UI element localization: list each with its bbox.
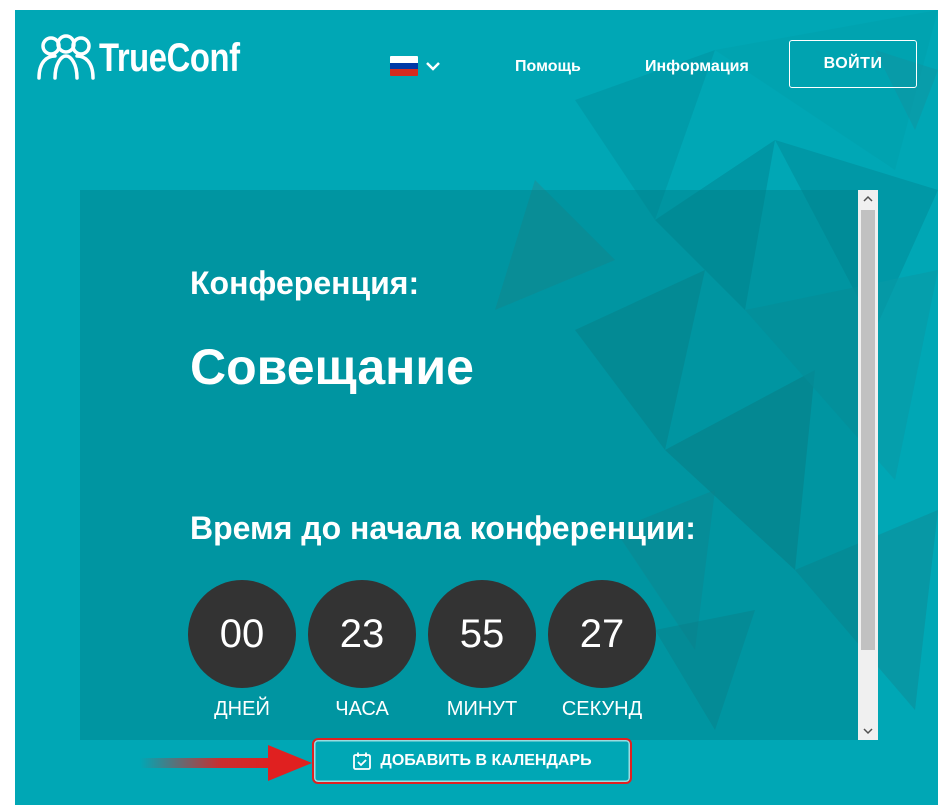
add-to-calendar-label: ДОБАВИТЬ В КАЛЕНДАРЬ [380, 752, 592, 769]
conference-name: Совещание [190, 339, 474, 395]
countdown-hours: 23 ЧАСА [308, 580, 416, 721]
countdown-seconds: 27 СЕКУНД [548, 580, 656, 721]
conference-label: Конференция: [190, 265, 420, 301]
countdown-timer: 00 ДНЕЙ 23 ЧАСА 55 МИНУТ 27 СЕКУНД [188, 580, 668, 721]
countdown-value: 27 [548, 580, 656, 688]
countdown-value: 00 [188, 580, 296, 688]
login-button[interactable]: ВОЙТИ [789, 40, 917, 88]
countdown-value: 55 [428, 580, 536, 688]
logo-text: TrueConf [99, 35, 240, 80]
scroll-up-icon[interactable] [858, 190, 878, 208]
countdown-unit-label: ДНЕЙ [214, 698, 270, 720]
trueconf-logo[interactable]: TrueConf [35, 34, 271, 82]
add-to-calendar-button[interactable]: ДОБАВИТЬ В КАЛЕНДАРЬ [312, 738, 632, 784]
trueconf-page: TrueConf Помощь Информация ВОЙТИ Конфере… [15, 10, 938, 805]
site-header: TrueConf Помощь Информация ВОЙТИ [15, 10, 938, 120]
countdown-unit-label: МИНУТ [446, 698, 518, 720]
language-selector[interactable] [390, 56, 442, 76]
annotation-arrow-icon [140, 745, 312, 781]
countdown-unit-label: ЧАСА [335, 698, 389, 720]
countdown-days: 00 ДНЕЙ [188, 580, 296, 721]
conference-card: Конференция: Совещание Время до начала к… [80, 190, 860, 740]
scroll-down-icon[interactable] [858, 722, 878, 740]
trueconf-logo-icon [37, 34, 95, 80]
nav-information[interactable]: Информация [645, 58, 749, 76]
calendar-check-icon [353, 752, 372, 770]
chevron-down-icon [426, 62, 440, 71]
countdown-minutes: 55 МИНУТ [428, 580, 536, 721]
russian-flag-icon [390, 56, 418, 76]
scrollbar-thumb[interactable] [861, 210, 875, 650]
countdown-title: Время до начала конференции: [190, 510, 696, 546]
countdown-value: 23 [308, 580, 416, 688]
countdown-unit-label: СЕКУНД [561, 698, 643, 720]
nav-help[interactable]: Помощь [515, 58, 581, 76]
vertical-scrollbar[interactable] [858, 190, 878, 740]
